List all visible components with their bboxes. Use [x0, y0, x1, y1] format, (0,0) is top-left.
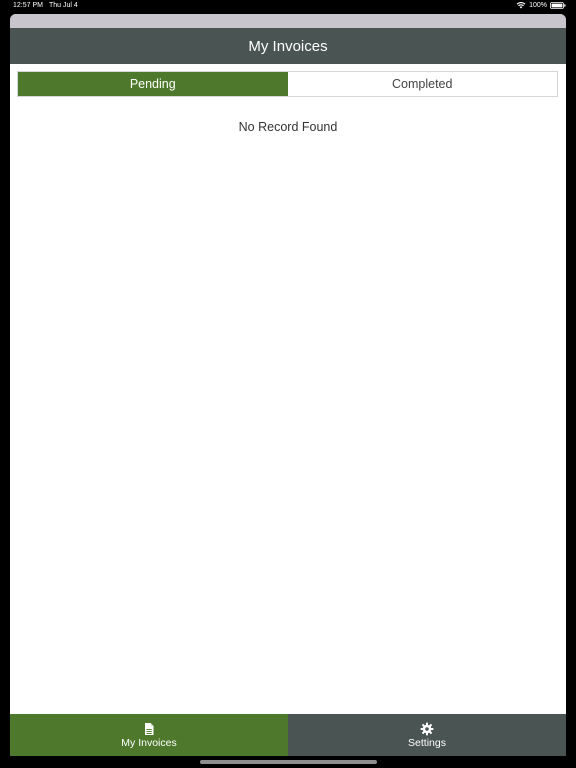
empty-state-message: No Record Found: [238, 120, 338, 134]
tab-settings[interactable]: Settings: [288, 714, 566, 756]
status-time: 12:57 PM: [13, 2, 43, 9]
home-indicator[interactable]: [200, 760, 377, 764]
navigation-bar: My Invoices: [10, 28, 566, 64]
tab-my-invoices-label: My Invoices: [121, 736, 177, 749]
battery-percent: 100%: [529, 1, 547, 9]
status-segmented-control: Pending Completed: [17, 71, 558, 97]
invoices-sheet: My Invoices Pending Completed No Record …: [10, 14, 566, 756]
battery-icon: [550, 1, 566, 9]
segment-completed-label: Completed: [392, 77, 453, 91]
gear-icon: [420, 722, 434, 735]
status-bar: 12:57 PM Thu Jul 4 100%: [0, 0, 576, 12]
status-date: Thu Jul 4: [49, 2, 78, 9]
segment-pending[interactable]: Pending: [18, 72, 288, 96]
status-indicators: 100%: [516, 1, 566, 9]
segment-completed[interactable]: Completed: [287, 72, 557, 96]
wifi-icon: [516, 2, 526, 9]
segment-pending-label: Pending: [129, 77, 176, 91]
tab-my-invoices[interactable]: My Invoices: [10, 714, 288, 756]
document-icon: [145, 722, 154, 735]
tab-bar: My Invoices Settings: [10, 714, 566, 756]
tab-settings-label: Settings: [408, 736, 446, 749]
sheet-top-band: [10, 14, 566, 28]
app-screen: 12:57 PM Thu Jul 4 100% My Invoices Pend…: [0, 0, 576, 768]
page-title: My Invoices: [248, 37, 328, 55]
